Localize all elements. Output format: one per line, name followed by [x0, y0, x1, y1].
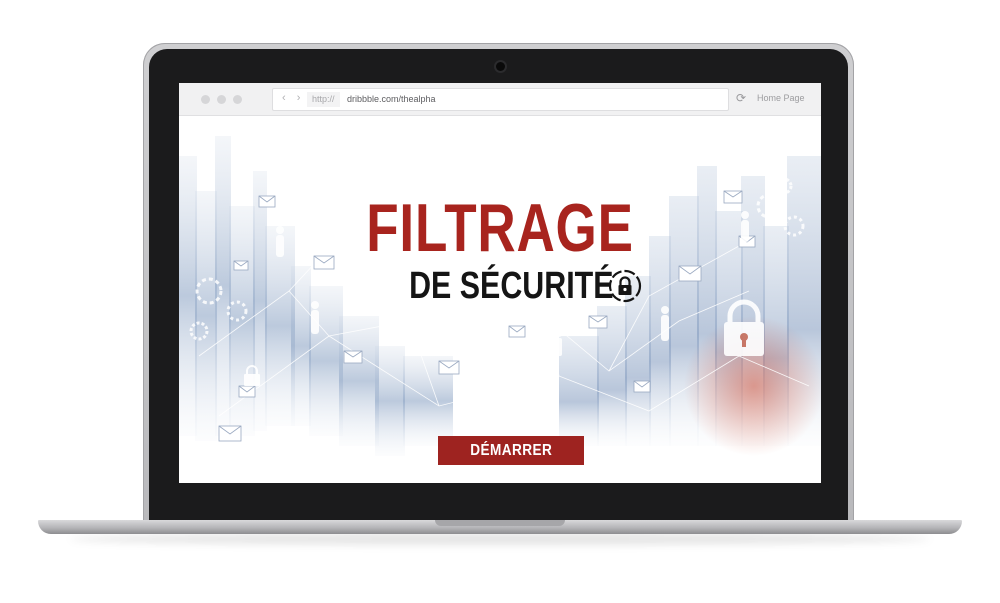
url-text[interactable]: dribbble.com/thealpha [347, 92, 436, 107]
home-page-link[interactable]: Home Page [757, 93, 805, 103]
hero-subtitle-row: DE SÉCURITÉ [179, 266, 821, 306]
browser-toolbar: ‹ › http:// dribbble.com/thealpha ⟳ Home… [179, 83, 821, 116]
start-button[interactable]: DÉMARRER [438, 436, 584, 465]
window-minimize-dot[interactable] [217, 95, 226, 104]
reload-icon[interactable]: ⟳ [736, 91, 746, 105]
address-bar[interactable]: ‹ › http:// dribbble.com/thealpha [272, 88, 729, 111]
start-button-label: DÉMARRER [469, 442, 552, 459]
laptop-shadow [70, 533, 930, 545]
hero-title: FILTRAGE [366, 190, 634, 266]
hero-subtitle: DE SÉCURITÉ [409, 265, 614, 307]
laptop-notch [435, 520, 565, 526]
webcam-icon [496, 62, 505, 71]
back-forward-arrows-icon[interactable]: ‹ › [282, 92, 304, 104]
hero-banner: FILTRAGE DE SÉCURITÉ DÉMARRER [179, 116, 821, 483]
window-close-dot[interactable] [201, 95, 210, 104]
url-protocol: http:// [307, 92, 340, 107]
window-maximize-dot[interactable] [233, 95, 242, 104]
laptop-screen: ‹ › http:// dribbble.com/thealpha ⟳ Home… [179, 83, 821, 483]
